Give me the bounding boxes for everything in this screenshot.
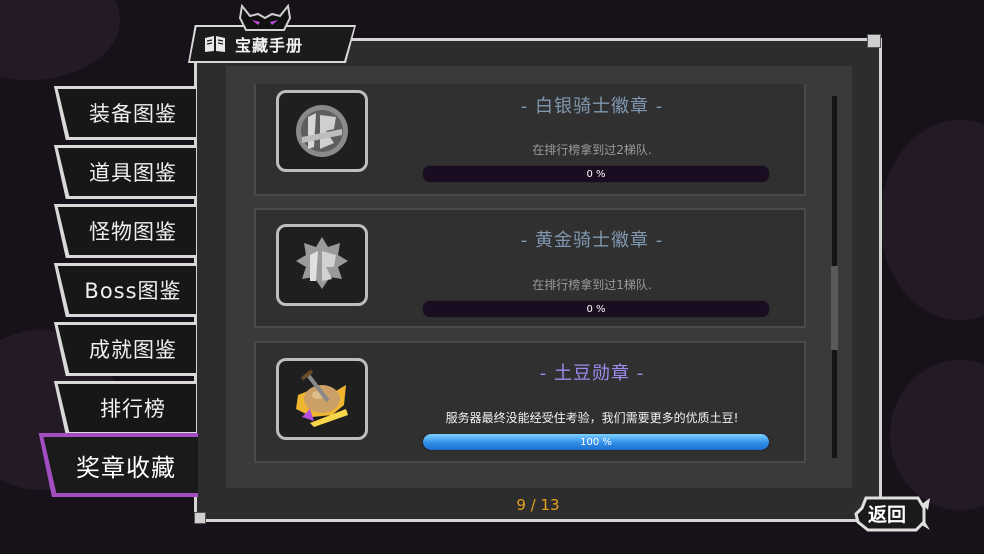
sidebar-item-achievements[interactable]: 成就图鉴 [48,322,196,376]
panel-corner-rivet [867,34,881,48]
medal-description: 服务器最终没能经受住考验，我们需要更多的优质土豆! [445,411,739,425]
progress-label: 0 % [586,168,606,180]
medal-icon-frame [276,90,368,172]
sidebar-item-equipment[interactable]: 装备图鉴 [48,86,196,140]
back-button-label: 返回 [867,503,906,526]
progress-bar: 100 % [422,433,770,451]
progress-label: 100 % [580,436,612,448]
silver-knight-badge-icon [296,105,348,157]
sidebar-item-label: 奖章收藏 [76,453,176,482]
progress-bar: 0 % [422,300,770,318]
progress-label: 0 % [586,303,606,315]
page-title: 宝藏手册 [235,36,304,55]
medal-icon-frame [276,358,368,440]
sidebar-item-leaderboard[interactable]: 排行榜 [48,381,196,435]
medal-name: - 黄金骑士徽章 - [520,230,664,251]
gold-knight-badge-icon [296,237,348,289]
sidebar-item-medals[interactable]: 奖章收藏 [32,433,198,497]
sidebar-item-label: 排行榜 [100,397,166,421]
page-indicator: 9 / 13 [516,496,560,514]
potato-medal-icon [296,369,348,427]
sidebar-item-items[interactable]: 道具图鉴 [48,145,196,199]
medal-name: - 白银骑士徽章 - [520,96,664,117]
progress-bar: 0 % [422,165,770,183]
book-icon [205,36,225,52]
sidebar-item-monsters[interactable]: 怪物图鉴 [48,204,196,258]
sidebar-item-label: 道具图鉴 [89,161,177,185]
sidebar-item-label: 装备图鉴 [89,102,177,126]
panel-corner-rivet [194,512,206,524]
sidebar-item-boss[interactable]: Boss图鉴 [48,263,196,317]
medal-description: 在排行榜拿到过2梯队. [532,143,652,157]
sidebar-item-label: Boss图鉴 [84,279,182,303]
sidebar-item-label: 成就图鉴 [89,338,177,362]
medal-card[interactable]: - 黄金骑士徽章 - 在排行榜拿到过1梯队. 0 % [254,208,806,328]
medal-card[interactable]: - 土豆勋章 - 服务器最终没能经受住考验，我们需要更多的优质土豆! 100 % [254,341,806,463]
demon-head-icon [238,4,292,31]
medal-name: - 土豆勋章 - [539,363,645,384]
scrollbar-thumb[interactable] [831,266,838,350]
medal-description: 在排行榜拿到过1梯队. [532,278,652,292]
medal-card[interactable]: - 白银骑士徽章 - 在排行榜拿到过2梯队. 0 % [254,84,806,196]
sidebar-item-label: 怪物图鉴 [89,220,177,244]
medal-icon-frame [276,224,368,306]
